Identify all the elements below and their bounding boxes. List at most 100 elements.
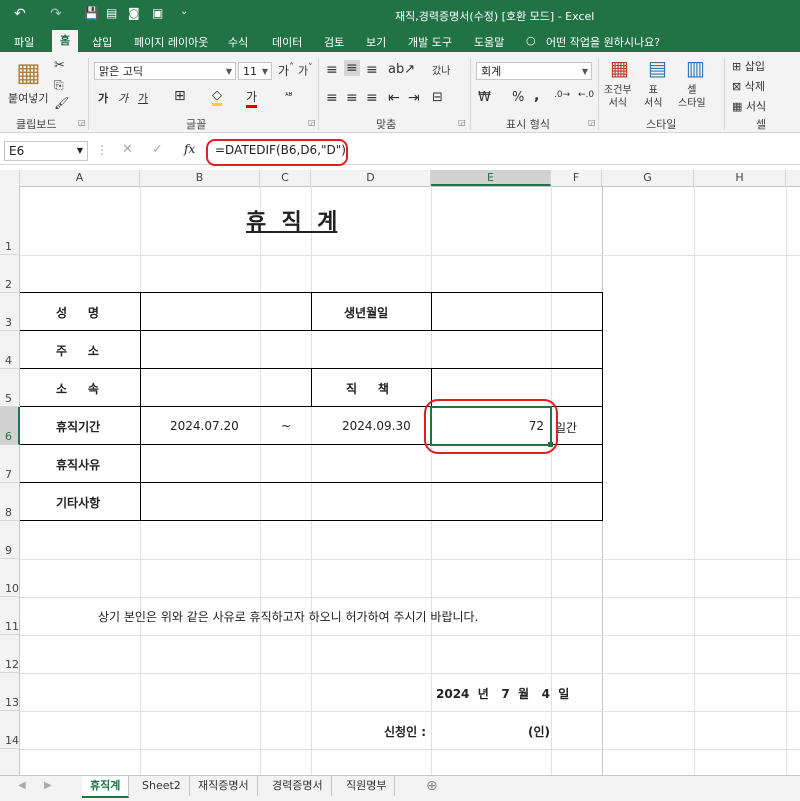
sheet-tab-employment-cert[interactable]: 재직증명서 xyxy=(190,776,258,796)
font-launcher-icon[interactable]: ◲ xyxy=(308,118,316,127)
row-header-10[interactable]: 10 xyxy=(0,559,20,597)
row-header-7[interactable]: 7 xyxy=(0,445,20,483)
column-header-b[interactable]: B xyxy=(140,170,260,186)
customize-qa-icon[interactable]: ⌄ xyxy=(180,6,188,17)
phonetic-icon[interactable]: ᄲ xyxy=(284,88,293,103)
merge-icon[interactable]: ⊟ xyxy=(432,90,443,105)
row-header-15[interactable] xyxy=(0,749,20,775)
insert-function-icon[interactable]: fx xyxy=(184,142,195,156)
row-header-13[interactable]: 13 xyxy=(0,673,20,711)
column-header-f[interactable]: F xyxy=(551,170,602,186)
column-header-g[interactable]: G xyxy=(602,170,694,186)
save-icon[interactable]: 💾 xyxy=(84,6,99,20)
period-start[interactable]: 2024.07.20 xyxy=(170,419,239,433)
cancel-icon[interactable]: ✕ xyxy=(122,142,133,157)
wrap-text-button[interactable]: 갔나 xyxy=(432,62,450,77)
tab-review[interactable]: 검토 xyxy=(324,34,344,50)
scroll-right-icon[interactable]: ▶ xyxy=(44,780,52,791)
comma-button[interactable]: , xyxy=(534,88,539,104)
column-header-e[interactable]: E xyxy=(431,170,551,186)
cell-styles-button[interactable]: 셀 스타일 xyxy=(678,84,706,110)
row-header-5[interactable]: 5 xyxy=(0,369,20,407)
add-sheet-icon[interactable]: ⊕ xyxy=(426,778,438,794)
scroll-left-icon[interactable]: ◀ xyxy=(18,780,26,791)
percent-button[interactable]: % xyxy=(512,90,524,105)
align-top-icon[interactable]: ≡ xyxy=(326,62,338,78)
redo-icon[interactable]: ↷ xyxy=(50,6,62,22)
orientation-icon[interactable]: ab↗ xyxy=(388,62,415,77)
column-header-h[interactable]: H xyxy=(694,170,786,186)
undo-icon[interactable]: ↶ xyxy=(14,6,26,22)
tab-page-layout[interactable]: 페이지 레이아웃 xyxy=(134,34,208,50)
sheet-tab-sheet2[interactable]: Sheet2 xyxy=(134,776,190,796)
font-color-icon[interactable]: 가 xyxy=(246,88,258,108)
format-cells-button[interactable]: ▦ 서식 xyxy=(732,98,766,114)
conditional-format-icon[interactable]: ▦ xyxy=(610,56,629,80)
enter-icon[interactable]: ✓ xyxy=(152,142,163,157)
tab-view[interactable]: 보기 xyxy=(366,34,386,50)
tab-developer[interactable]: 개발 도구 xyxy=(408,34,452,50)
name-box[interactable]: E6 ▼ xyxy=(4,141,88,161)
decrease-indent-icon[interactable]: ⇤ xyxy=(388,90,400,106)
row-header-2[interactable]: 2 xyxy=(0,255,20,293)
cell-styles-icon[interactable]: ▥ xyxy=(686,56,705,80)
select-all-corner[interactable] xyxy=(0,170,20,186)
font-name-combo[interactable]: 맑은 고딕 ▼ xyxy=(94,62,236,80)
align-middle-icon[interactable]: ≡ xyxy=(344,60,360,76)
insert-cells-button[interactable]: ⊞ 삽입 xyxy=(732,58,765,74)
column-header-c[interactable]: C xyxy=(260,170,311,186)
camera-icon[interactable]: ◙ xyxy=(128,6,140,20)
column-header-a[interactable]: A xyxy=(20,170,140,186)
format-table-icon[interactable]: ▤ xyxy=(648,56,667,80)
conditional-format-button[interactable]: 조건부 서식 xyxy=(604,84,632,110)
align-left-icon[interactable]: ≡ xyxy=(326,90,338,106)
align-bottom-icon[interactable]: ≡ xyxy=(366,62,378,78)
italic-button[interactable]: 가 xyxy=(118,90,128,106)
alignment-launcher-icon[interactable]: ◲ xyxy=(458,118,466,127)
format-table-button[interactable]: 표 서식 xyxy=(644,84,662,110)
decrease-decimal-icon[interactable]: ←.0 xyxy=(578,90,594,100)
cut-icon[interactable]: ✂ xyxy=(54,58,65,73)
row-header-11[interactable]: 11 xyxy=(0,597,20,635)
format-painter-icon[interactable]: 🖌 xyxy=(54,96,69,110)
clipboard-launcher-icon[interactable]: ◲ xyxy=(78,118,86,127)
sheet-tab-career-cert[interactable]: 경력증명서 xyxy=(264,776,332,796)
row-header-12[interactable]: 12 xyxy=(0,635,20,673)
tab-data[interactable]: 데이터 xyxy=(272,34,302,50)
paste-icon[interactable]: ▦ xyxy=(16,58,41,88)
sheet-tab-leave[interactable]: 휴직계 xyxy=(82,776,130,798)
bold-button[interactable]: 가 xyxy=(98,90,108,106)
tab-file[interactable]: 파일 xyxy=(14,34,34,50)
tab-insert[interactable]: 삽입 xyxy=(92,34,112,50)
tab-help[interactable]: 도움말 xyxy=(474,34,504,50)
underline-button[interactable]: 가 xyxy=(138,90,148,106)
row-header-8[interactable]: 8 xyxy=(0,483,20,521)
tab-formulas[interactable]: 수식 xyxy=(228,34,248,50)
sheet-tab-employee-list[interactable]: 직원명부 xyxy=(338,776,396,796)
number-launcher-icon[interactable]: ◲ xyxy=(588,118,596,127)
increase-decimal-icon[interactable]: .0→ xyxy=(554,90,570,100)
column-header-d[interactable]: D xyxy=(311,170,431,186)
increase-indent-icon[interactable]: ⇥ xyxy=(408,90,420,106)
row-header-4[interactable]: 4 xyxy=(0,331,20,369)
print-preview-icon[interactable]: ▤ xyxy=(106,6,117,20)
copy-icon[interactable]: ⎘ xyxy=(54,78,64,93)
row-header-6[interactable]: 6 xyxy=(0,407,20,445)
delete-cells-button[interactable]: ⊠ 삭제 xyxy=(732,78,765,94)
row-header-3[interactable]: 3 xyxy=(0,293,20,331)
tab-home[interactable]: 홈 xyxy=(52,30,79,52)
border-icon[interactable]: ⊞ xyxy=(174,88,186,104)
floppy-icon[interactable]: ▣ xyxy=(152,6,163,20)
number-format-combo[interactable]: 회계 ▼ xyxy=(476,62,592,80)
period-end[interactable]: 2024.09.30 xyxy=(342,419,411,433)
decrease-font-icon[interactable]: 가˅ xyxy=(298,62,313,79)
increase-font-icon[interactable]: 가˄ xyxy=(278,62,294,79)
align-center-icon[interactable]: ≡ xyxy=(346,90,358,106)
accounting-icon[interactable]: ₩ xyxy=(478,90,491,105)
font-size-combo[interactable]: 11 ▼ xyxy=(238,62,272,80)
paste-button[interactable]: 붙여넣기 xyxy=(8,90,48,106)
row-header-9[interactable]: 9 xyxy=(0,521,20,559)
row-header-14[interactable]: 14 xyxy=(0,711,20,749)
row-header-1[interactable]: 1 xyxy=(0,186,20,255)
align-right-icon[interactable]: ≡ xyxy=(366,90,378,106)
